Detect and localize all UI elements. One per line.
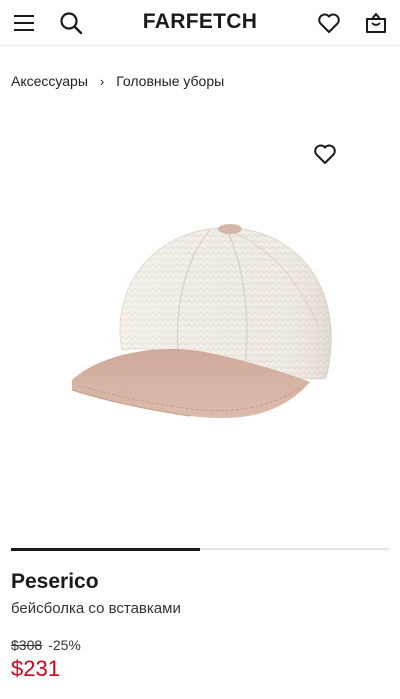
- breadcrumb-separator-icon: ›: [99, 73, 105, 89]
- breadcrumb-item-headwear[interactable]: Головные уборы: [116, 73, 224, 89]
- sale-price: $231: [11, 656, 60, 681]
- breadcrumb-item-accessories[interactable]: Аксессуары: [11, 73, 88, 89]
- product-image[interactable]: [0, 120, 400, 540]
- shopping-bag-icon[interactable]: [361, 8, 391, 38]
- price-row: $308 -25%: [11, 637, 81, 653]
- discount-badge: -25%: [48, 637, 81, 653]
- hamburger-menu-icon[interactable]: [9, 8, 39, 38]
- gallery-progress-fill: [11, 547, 200, 551]
- search-icon[interactable]: [56, 8, 86, 38]
- old-price: $308: [11, 637, 43, 653]
- breadcrumb: Аксессуары › Головные уборы: [11, 73, 224, 89]
- heart-icon[interactable]: [314, 8, 344, 38]
- top-header: FARFETCH: [0, 0, 400, 46]
- gallery-progress-bar[interactable]: [11, 547, 389, 551]
- product-brand[interactable]: Peserico: [11, 570, 99, 594]
- product-description: бейсболка со вставками: [11, 600, 181, 617]
